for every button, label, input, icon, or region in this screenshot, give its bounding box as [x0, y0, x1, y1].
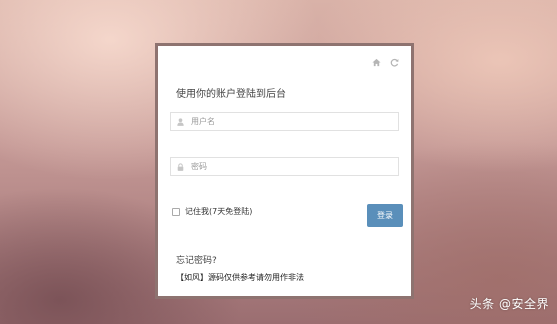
- panel-toolbar: [372, 58, 399, 67]
- remember-checkbox[interactable]: [172, 207, 180, 216]
- home-icon[interactable]: [372, 58, 381, 67]
- username-field[interactable]: [170, 112, 399, 131]
- login-title: 使用你的账户登陆到后台: [176, 89, 286, 100]
- notice-text: 【如风】源码仅供参考请勿用作非法: [176, 273, 304, 282]
- refresh-icon[interactable]: [390, 58, 399, 67]
- password-input[interactable]: [189, 158, 398, 175]
- password-field[interactable]: [170, 157, 399, 176]
- forgot-password-link[interactable]: 忘记密码?: [176, 253, 217, 266]
- lock-icon: [171, 162, 189, 171]
- login-button[interactable]: 登录: [367, 204, 403, 227]
- remember-label: 记住我(7天免登陆): [185, 207, 253, 216]
- remember-me[interactable]: 记住我(7天免登陆): [172, 206, 252, 217]
- login-panel: 使用你的账户登陆到后台 记住我(7天免登陆) 登录 忘记密码? 【如风】源码仅供…: [155, 43, 414, 299]
- user-icon: [171, 117, 189, 126]
- username-input[interactable]: [189, 113, 398, 130]
- watermark: 头条 @安全界: [469, 297, 549, 311]
